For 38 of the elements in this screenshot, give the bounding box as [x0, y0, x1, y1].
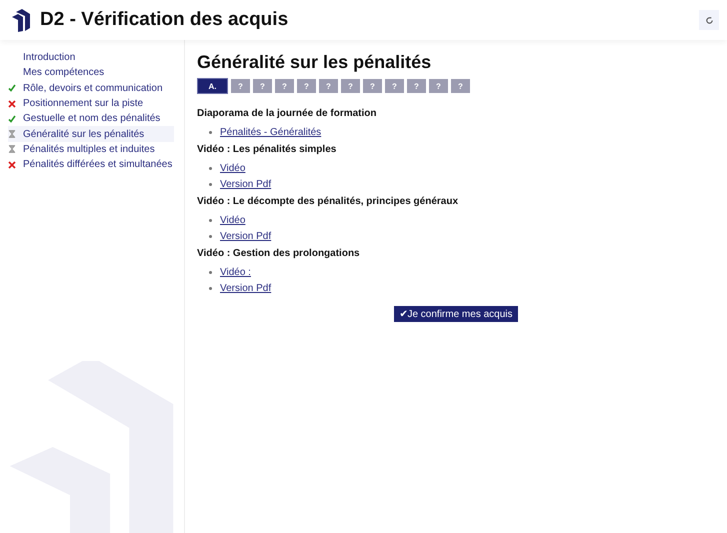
bullet-icon: [209, 183, 212, 186]
bullet-icon: [209, 131, 212, 134]
resource-link[interactable]: Vidéo: [220, 163, 246, 174]
resource-link[interactable]: Version Pdf: [220, 179, 272, 190]
resource-link[interactable]: Pénalités - Généralités: [220, 127, 322, 138]
bullet-icon: [209, 219, 212, 222]
bullet-icon: [209, 167, 212, 170]
hourglass-icon: [8, 130, 16, 138]
check-icon: [8, 84, 16, 92]
sidebar-item[interactable]: Mes compétences: [8, 65, 174, 81]
refresh-button[interactable]: [699, 10, 719, 30]
check-icon: [8, 114, 16, 123]
resource-heading: Vidéo : Gestion des prolongations: [197, 248, 361, 259]
page-title: D2 - Vérification des acquis: [40, 9, 290, 31]
sidebar-item[interactable]: Gestuelle et nom des pénalités: [8, 111, 174, 126]
sidebar-item[interactable]: Pénalités différées et simultanées: [8, 157, 174, 172]
resource-heading: Vidéo : Le décompte des pénalités, principes généraux: [197, 196, 460, 207]
sidebar-item[interactable]: Rôle, devoirs et communication: [8, 80, 174, 96]
bullet-icon: [209, 235, 212, 238]
resource-heading: Vidéo : Les pénalités simples: [197, 144, 338, 155]
confirm-button[interactable]: ✔Je confirme mes acquis: [394, 306, 518, 322]
sidebar-item[interactable]: Pénalités multiples et induites: [8, 142, 174, 158]
sidebar-item[interactable]: Généralité sur les pénalités: [8, 126, 174, 142]
sidebar-item[interactable]: Introduction: [8, 50, 174, 66]
bullet-icon: [209, 287, 212, 290]
sidebar-item[interactable]: Positionnement sur la piste: [8, 96, 174, 112]
section-title: Généralité sur les pénalités: [197, 52, 432, 73]
refresh-icon: [704, 16, 714, 24]
hourglass-icon: [8, 145, 16, 154]
step-tab[interactable]: A.: [197, 78, 228, 94]
resource-link[interactable]: Vidéo: [220, 215, 246, 226]
resource-link[interactable]: Vidéo :: [220, 267, 251, 278]
cross-icon: [8, 100, 16, 108]
bullet-icon: [209, 271, 212, 274]
resource-link[interactable]: Version Pdf: [220, 231, 272, 242]
resource-heading: Diaporama de la journée de formation: [197, 108, 378, 119]
cross-icon: [8, 160, 16, 169]
resource-link[interactable]: Version Pdf: [220, 283, 272, 294]
